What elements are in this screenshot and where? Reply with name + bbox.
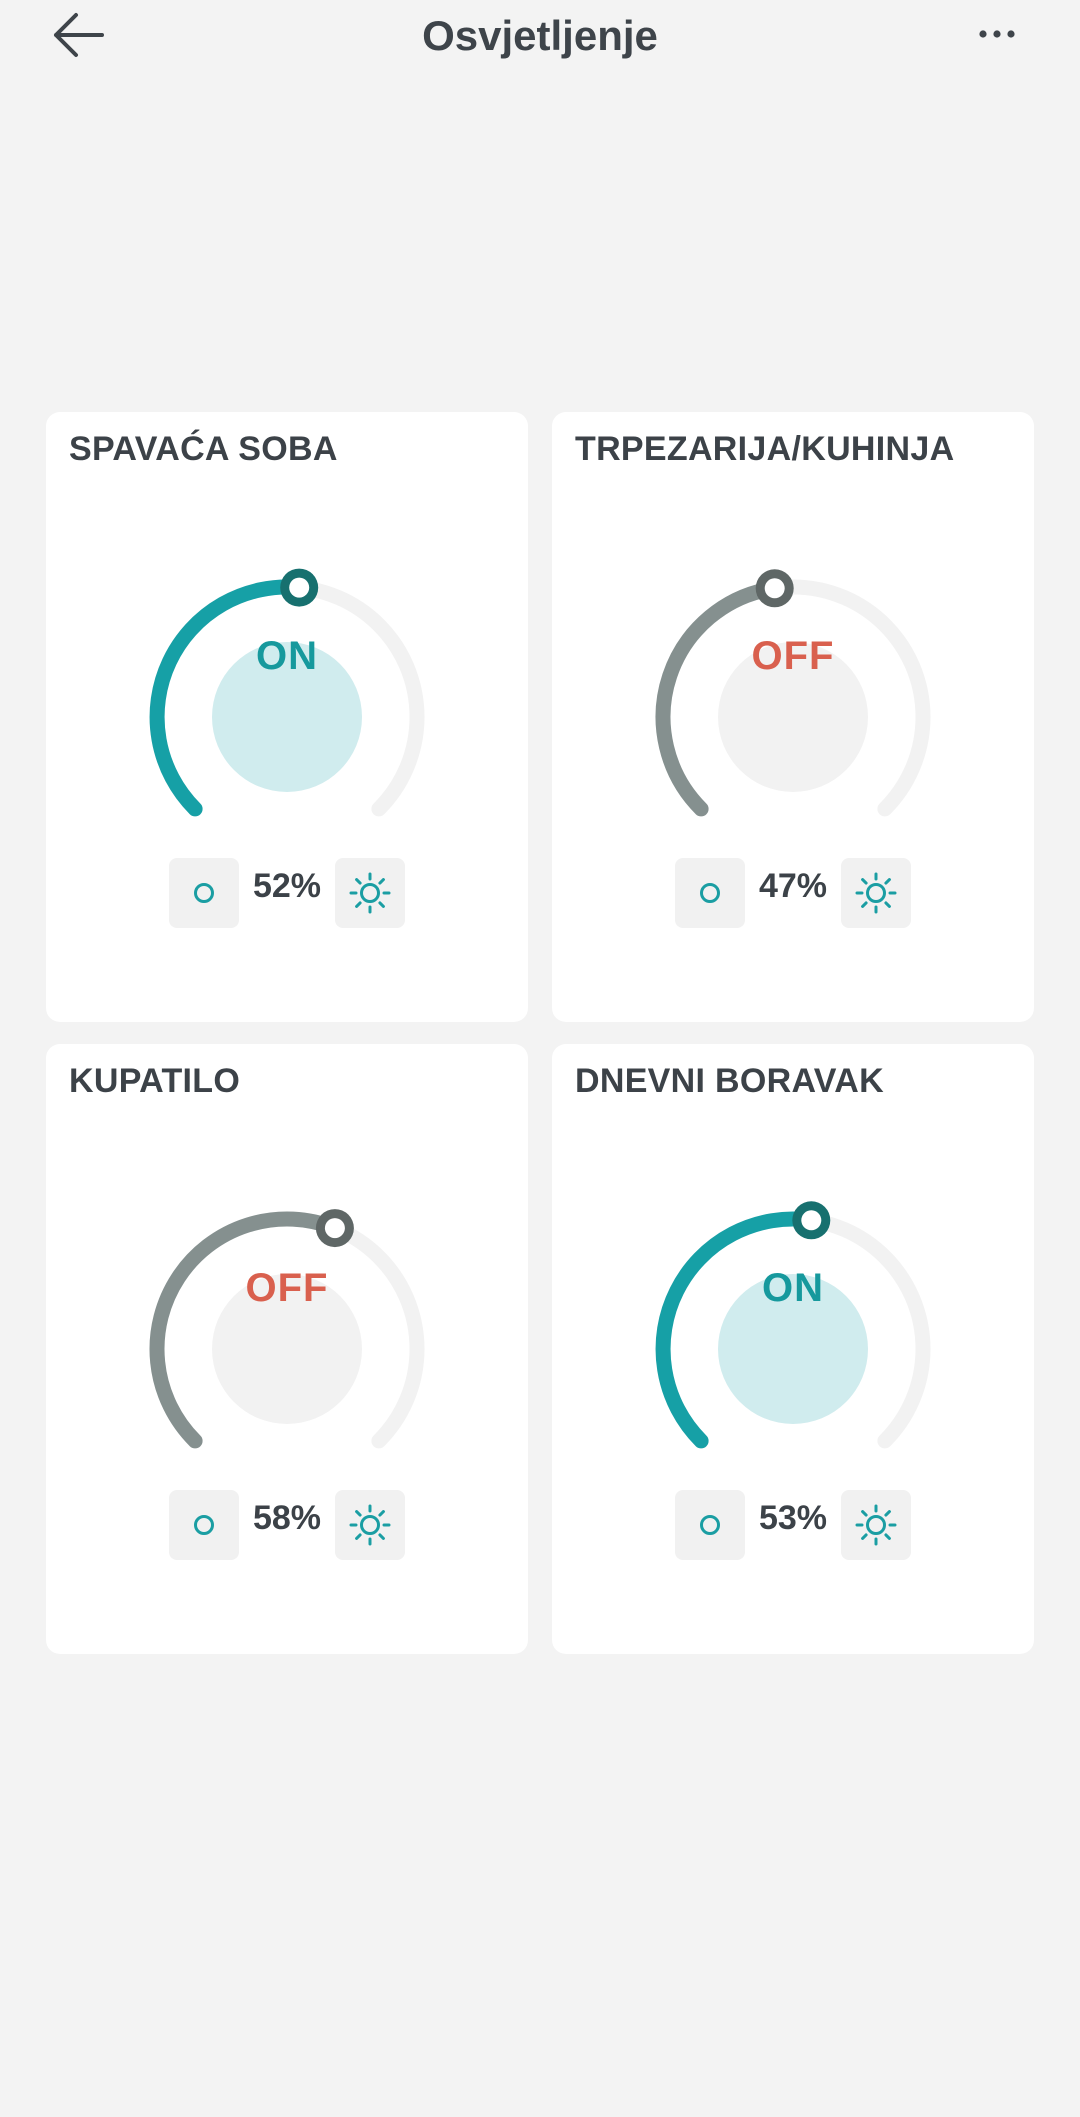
room-card: TRPEZARIJA/KUHINJA OFF 47% (552, 412, 1034, 1022)
room-card: SPAVAĆA SOBA ON 52% (46, 412, 528, 1022)
more-options-button[interactable] (972, 24, 1022, 44)
page-title: Osvjetljenje (422, 12, 658, 59)
sun-icon (349, 1504, 391, 1546)
brightness-percentage: 53% (758, 1499, 828, 1537)
brightness-controls: 47% (552, 412, 1034, 1022)
decrease-brightness-button[interactable] (169, 858, 239, 928)
circle-dim-icon (194, 1515, 214, 1535)
decrease-brightness-button[interactable] (169, 1490, 239, 1560)
increase-brightness-button[interactable] (335, 1490, 405, 1560)
circle-dim-icon (194, 883, 214, 903)
circle-dim-icon (700, 1515, 720, 1535)
brightness-controls: 58% (46, 1044, 528, 1654)
decrease-brightness-button[interactable] (675, 1490, 745, 1560)
increase-brightness-button[interactable] (841, 1490, 911, 1560)
increase-brightness-button[interactable] (335, 858, 405, 928)
brightness-controls: 52% (46, 412, 528, 1022)
sun-icon (855, 872, 897, 914)
top-bar: Osvjetljenje (0, 0, 1080, 80)
sun-icon (855, 1504, 897, 1546)
brightness-percentage: 58% (252, 1499, 322, 1537)
brightness-percentage: 52% (252, 867, 322, 905)
room-card: KUPATILO OFF 58% (46, 1044, 528, 1654)
circle-dim-icon (700, 883, 720, 903)
sun-icon (349, 872, 391, 914)
room-card: DNEVNI BORAVAK ON 53% (552, 1044, 1034, 1654)
increase-brightness-button[interactable] (841, 858, 911, 928)
decrease-brightness-button[interactable] (675, 858, 745, 928)
brightness-percentage: 47% (758, 867, 828, 905)
brightness-controls: 53% (552, 1044, 1034, 1654)
more-horizontal-icon (979, 30, 1015, 38)
